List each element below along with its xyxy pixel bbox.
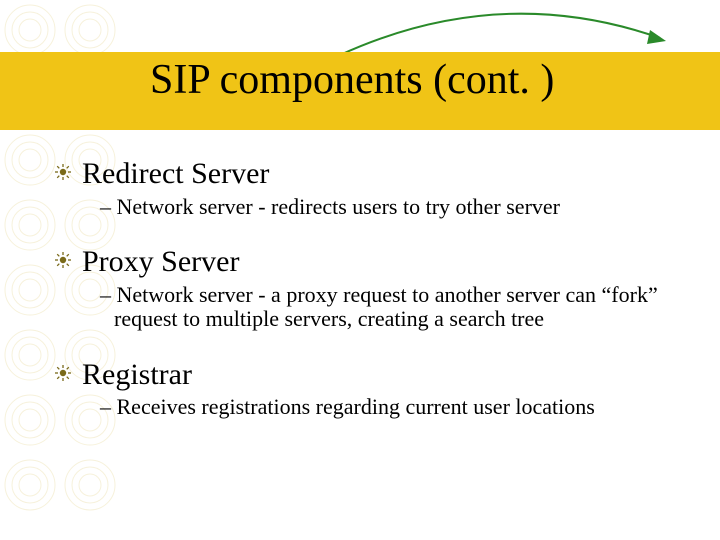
bullet-subtext: – Network server - a proxy request to an… bbox=[100, 283, 682, 332]
bullet-icon bbox=[54, 364, 72, 382]
bullet-item: Registrar bbox=[82, 356, 682, 394]
bullet-heading: Registrar bbox=[82, 356, 682, 394]
bullet-subtext: – Receives registrations regarding curre… bbox=[100, 395, 682, 420]
slide-title: SIP components (cont. ) bbox=[150, 56, 554, 104]
bullet-heading: Redirect Server bbox=[82, 155, 682, 193]
bullet-heading: Proxy Server bbox=[82, 243, 682, 281]
bullet-subtext: – Network server - redirects users to tr… bbox=[100, 195, 682, 220]
bullet-icon bbox=[54, 163, 72, 181]
bullet-icon bbox=[54, 251, 72, 269]
content-area: Redirect Server – Network server - redir… bbox=[82, 155, 682, 420]
bullet-item: Redirect Server bbox=[82, 155, 682, 193]
bullet-item: Proxy Server bbox=[82, 243, 682, 281]
slide: SIP components (cont. ) Redirect Server … bbox=[0, 0, 720, 540]
decorative-swoosh bbox=[330, 0, 680, 60]
